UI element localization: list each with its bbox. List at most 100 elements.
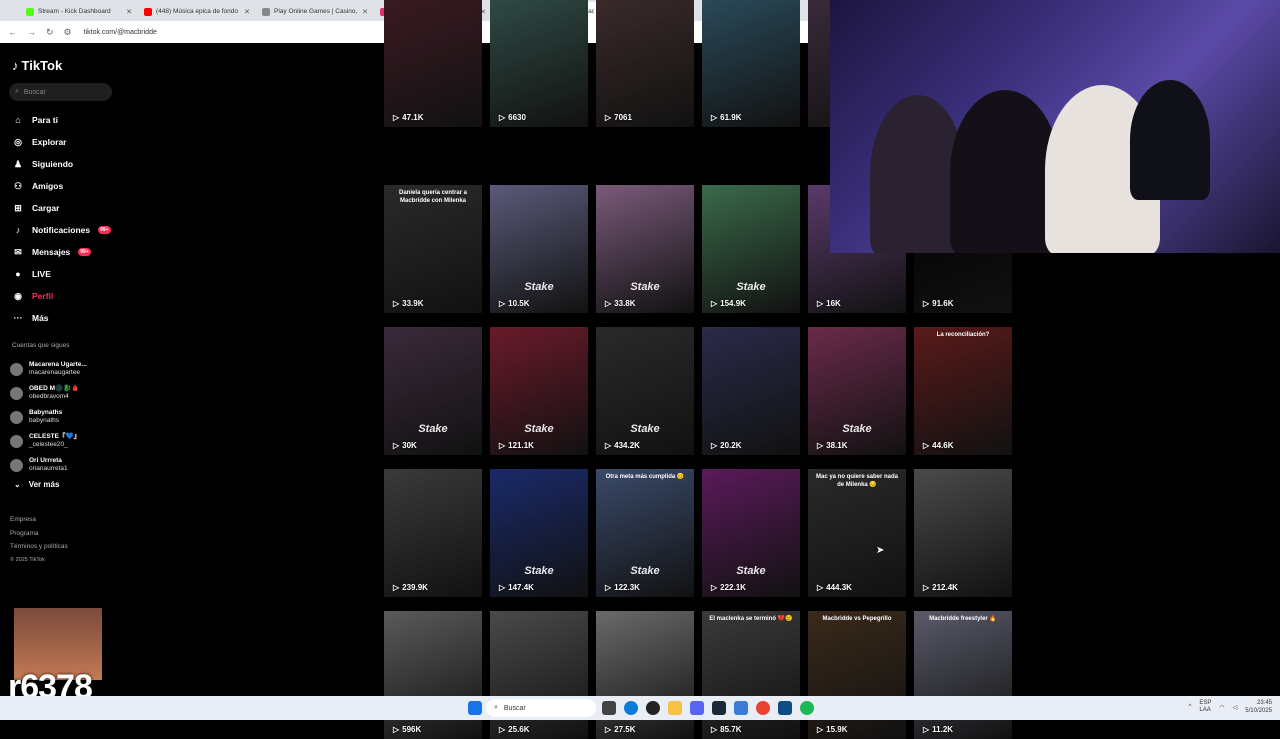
sidebar-item[interactable]: ⚇ Amigos [12,175,111,197]
video-tile[interactable]: La reconciliación? ▷ 44.6K [914,327,1012,455]
video-tile[interactable]: ▷ 61.9K [702,0,800,127]
sidebar-item[interactable]: ··· Más [12,307,111,329]
forward-icon[interactable]: → [27,27,36,37]
sidebar-item[interactable]: ✉ Mensajes 99+ [12,241,111,263]
view-count: ▷ 122.3K [605,583,640,592]
account-handle: obedbravom4 [29,393,69,400]
taskview-icon[interactable] [602,701,616,715]
video-tile[interactable]: Otra meta más cumplida 😊 Stake ▷ 122.3K [596,469,694,597]
play-icon: ▷ [499,725,506,734]
sidebar-item-label: Perfil [32,291,54,301]
sidebar-item[interactable]: ◉ Perfil [12,285,111,307]
sidebar-item[interactable]: ⊞ Cargar [12,197,111,219]
spotify-icon[interactable] [800,701,814,715]
video-tile[interactable]: Stake ▷ 147.4K [490,469,588,597]
footer-link-program[interactable]: Programa [10,527,68,541]
video-tile[interactable]: ▷ 6630 [490,0,588,127]
video-tile[interactable]: Stake ▷ 38.1K [808,327,906,455]
app-icon[interactable] [734,701,748,715]
video-tile[interactable]: ▷ 212.4K [914,469,1012,597]
video-tile[interactable]: Stake ▷ 222.1K [702,469,800,597]
video-caption: Macbridde freestyler 🔥 [929,616,997,622]
browser-tab[interactable]: (448) Música epica de fondo p ✕ [138,2,256,21]
lang-indicator[interactable]: ESP LAA [1199,700,1211,714]
back-icon[interactable]: ← [8,27,17,37]
video-tile[interactable]: Mac ya no quiere saber nada de Milenka 😔… [808,469,906,597]
url-field[interactable]: tiktok.com/@macbridde [84,29,157,36]
edge-icon[interactable] [624,701,638,715]
video-tile[interactable]: ▷ 7061 [596,0,694,127]
video-tile[interactable]: ▷ 239.9K [384,469,482,597]
avatar-icon: ◉ [14,290,22,301]
video-tile[interactable]: Stake ▷ 154.9K [702,185,800,313]
site-info-icon[interactable]: ⚙ [64,27,72,38]
sidebar-item[interactable]: ◎ Explorar [12,131,111,153]
obs-icon[interactable] [646,701,660,715]
wifi-icon[interactable]: ◠ [1219,704,1224,711]
app2-icon[interactable] [778,701,792,715]
play-icon: ▷ [711,113,718,122]
avatar [10,410,23,424]
play-icon: ▷ [711,441,718,450]
steam-icon[interactable] [712,701,726,715]
avatar [10,434,23,448]
followed-account[interactable]: Babynaths babynaths [10,405,87,429]
view-count: ▷ 33.9K [393,299,424,308]
view-count: ▷ 16K [817,299,841,308]
webcam-overlay [830,0,1280,253]
see-more-button[interactable]: ⌄ Ver más [14,480,59,489]
volume-icon[interactable]: ◁ [1233,704,1238,711]
search-input[interactable]: ⌕ Buscar [9,83,112,101]
followed-account[interactable]: Ori Urrreta orianaurreta1 [10,453,87,477]
play-icon: ▷ [711,725,718,734]
followed-account[interactable]: OBED M🌑🐉🩸 obedbravom4 [10,381,87,405]
taskbar-search[interactable]: ⌕ Buscar [486,699,596,717]
video-tile[interactable]: ▷ 47.1K [384,0,482,127]
upload-icon: ⊞ [14,202,22,213]
view-count: ▷ 20.2K [711,441,742,450]
view-count: ▷ 11.2K [923,725,954,734]
avatar [10,386,23,400]
video-tile[interactable]: Stake ▷ 434.2K [596,327,694,455]
video-tile[interactable]: Stake ▷ 10.5K [490,185,588,313]
footer-link-company[interactable]: Empresa [10,513,68,527]
account-name: OBED M🌑🐉🩸 [29,385,80,392]
close-icon[interactable]: ✕ [362,8,368,16]
sidebar-item[interactable]: ♪ Notificaciones 99+ [12,219,111,241]
clock[interactable]: 23:45 5/10/2025 [1245,699,1272,715]
following-icon: ♟ [13,158,23,169]
folder-icon[interactable] [668,701,682,715]
view-count: ▷ 27.5K [605,725,636,734]
close-icon[interactable]: ✕ [244,8,250,16]
browser-tab[interactable]: Stream - Kick Dashboard ✕ [20,2,138,21]
footer-link-terms[interactable]: Términos y políticas [10,540,68,554]
view-count: ▷ 6630 [499,113,526,122]
tiktok-note-icon: ♪ [12,58,19,73]
discord-icon[interactable] [690,701,704,715]
reload-icon[interactable]: ↻ [46,27,54,38]
play-icon: ▷ [393,441,400,450]
sidebar-item[interactable]: ♟ Siguiendo [12,153,111,175]
tray-chevron-icon[interactable]: ^ [1189,704,1192,710]
video-tile[interactable]: Stake ▷ 121.1K [490,327,588,455]
video-tile[interactable]: Daniela quería centrar a Macbridde con M… [384,185,482,313]
close-icon[interactable]: ✕ [126,8,132,16]
chrome-icon[interactable] [756,701,770,715]
video-tile[interactable]: ▷ 20.2K [702,327,800,455]
sidebar-item[interactable]: ⌂ Para ti [12,109,111,131]
followed-account[interactable]: Macarena Ugarte... macarenaugartee [10,357,87,381]
video-tile[interactable]: Stake ▷ 30K [384,327,482,455]
followed-account[interactable]: CELESTE『💙』 _celestee20_ [10,429,87,453]
more-icon: ··· [13,313,23,323]
browser-tab[interactable]: Play Online Games | Casino, Sp ✕ [256,2,374,21]
play-icon: ▷ [499,113,506,122]
sidebar-item[interactable]: ● LIVE [12,263,111,285]
message-icon: ✉ [14,246,22,257]
tiktok-logo[interactable]: ♪ TikTok [12,58,62,73]
stake-watermark: Stake [524,423,554,435]
following-list: Macarena Ugarte... macarenaugartee OBED … [10,357,87,477]
video-tile[interactable]: Stake ▷ 33.8K [596,185,694,313]
video-caption: Mac ya no quiere saber nada de Milenka 😔 [815,474,899,488]
play-icon: ▷ [393,299,400,308]
windows-start-icon[interactable] [468,701,482,715]
